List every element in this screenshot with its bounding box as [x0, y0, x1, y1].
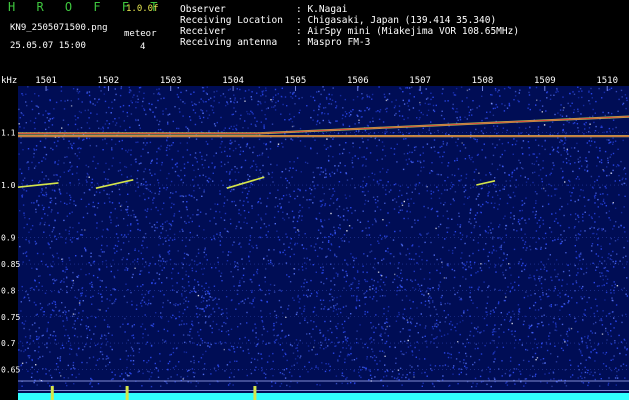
x-tick-label: 1506: [347, 76, 369, 86]
antenna-value: : Maspro FM-3: [296, 37, 371, 48]
power-strip: [18, 393, 629, 400]
version-label: 1.0.0f: [126, 4, 159, 14]
power-burst: [253, 386, 257, 400]
x-tick-label: 1503: [160, 76, 182, 86]
x-tick-label: 1508: [472, 76, 494, 86]
y-tick-label: 0.85: [1, 260, 20, 269]
x-tick-label: 1507: [409, 76, 431, 86]
y-tick-label: 0.7: [1, 339, 16, 348]
meteor-label: meteor: [124, 29, 157, 39]
x-tick-label: 1504: [222, 76, 244, 86]
date-time: 25.05.07 15:00: [10, 41, 86, 51]
power-burst: [50, 386, 54, 400]
y-tick-label: 0.65: [1, 365, 20, 374]
x-tick-label: 1509: [534, 76, 556, 86]
y-axis-label: kHz: [1, 76, 17, 86]
y-tick-label: 0.9: [1, 234, 16, 243]
y-tick-label: 0.8: [1, 286, 16, 295]
x-tick-label: 1505: [285, 76, 307, 86]
y-tick-label: 0.75: [1, 313, 20, 322]
y-tick-label: 1.1: [1, 128, 16, 137]
x-tick-label: 1502: [98, 76, 120, 86]
antenna-label: Receiving antenna: [180, 37, 278, 48]
x-tick-label: 1510: [596, 76, 618, 86]
x-tick-label: 1501: [35, 76, 57, 86]
file-name: KN9_2505071500.png: [10, 23, 108, 33]
meteor-count: 4: [140, 42, 146, 52]
y-tick-label: 1.0: [1, 181, 16, 190]
power-burst: [125, 386, 129, 400]
spectrogram-chart: 1.1 1.0 0.9 0.85 0.8 0.75 0.7 0.65 1501 1502 1503 1…: [1, 76, 629, 400]
header-panel: H R O F F T 1.0.0f KN9_2505071500.png 25…: [0, 0, 629, 72]
